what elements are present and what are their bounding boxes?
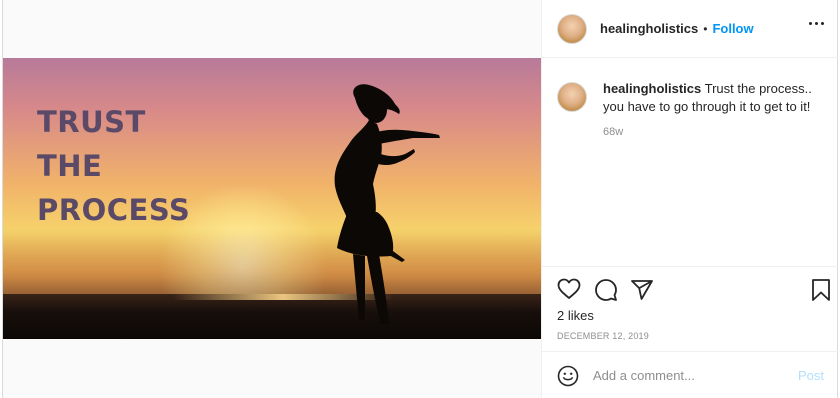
post-media: TRUST THE PROCESS (3, 0, 542, 398)
emoji-icon[interactable] (557, 365, 579, 387)
action-bar (541, 270, 838, 310)
more-options-icon[interactable] (809, 22, 824, 25)
follow-button[interactable]: Follow (712, 21, 753, 36)
heart-icon[interactable] (557, 278, 581, 300)
comment-icon[interactable] (594, 278, 618, 302)
comment-bar: Post (541, 351, 838, 398)
comments-section: healingholistics Trust the process.. you… (541, 58, 838, 267)
post-header: healingholistics • Follow (541, 0, 838, 58)
woman-silhouette (334, 84, 440, 324)
post-caption: healingholistics Trust the process.. you… (603, 80, 828, 116)
caption-avatar[interactable] (557, 82, 587, 112)
header-username[interactable]: healingholistics (600, 21, 698, 36)
post-comment-button[interactable]: Post (798, 368, 824, 383)
paper-plane-icon[interactable] (630, 278, 654, 302)
post-container: TRUST THE PROCESS healingholistics • Fol… (2, 0, 838, 398)
caption-username[interactable]: healingholistics (603, 81, 701, 96)
post-sidebar: healingholistics • Follow healingholisti… (541, 0, 838, 398)
post-video[interactable]: TRUST THE PROCESS (3, 58, 541, 339)
comment-input[interactable] (593, 366, 793, 384)
time-ago[interactable]: 68w (603, 126, 623, 138)
bookmark-icon[interactable] (811, 278, 831, 302)
avatar[interactable] (557, 13, 587, 44)
post-date[interactable]: DECEMBER 12, 2019 (557, 331, 649, 341)
separator-dot: • (703, 21, 708, 36)
likes-count[interactable]: 2 likes (557, 308, 594, 323)
